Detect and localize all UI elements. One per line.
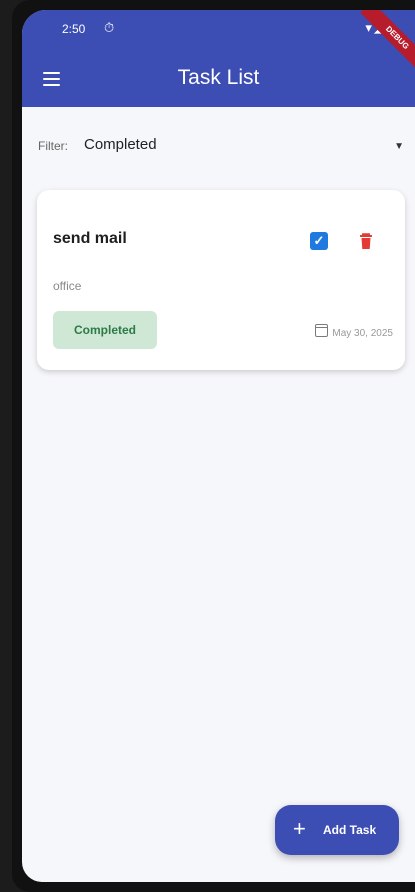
- plus-icon: +: [293, 816, 306, 841]
- status-bar: 2:50 ⏱ ▾◢▮: [22, 10, 415, 50]
- task-card[interactable]: send mail ✓ office Completed May 30, 202…: [37, 190, 405, 370]
- filter-label: Filter:: [38, 139, 68, 153]
- calendar-icon: [315, 324, 329, 337]
- status-badge: Completed: [53, 311, 157, 349]
- chevron-down-icon: ▼: [394, 141, 404, 152]
- app-screen: 2:50 ⏱ ▾◢▮ DEBUG Task List Filter: Compl…: [22, 10, 415, 882]
- task-date-row: May 30, 2025: [315, 323, 393, 339]
- add-task-label: Add Task: [323, 823, 377, 837]
- alarm-icon: ⏱: [104, 20, 115, 35]
- delete-icon[interactable]: [356, 231, 376, 251]
- task-date: May 30, 2025: [332, 328, 393, 339]
- add-task-button[interactable]: + Add Task: [275, 805, 399, 855]
- filter-dropdown[interactable]: Filter: Completed ▼: [38, 136, 404, 160]
- task-title: send mail: [53, 230, 127, 247]
- task-category: office: [53, 279, 82, 293]
- status-time: 2:50: [62, 22, 86, 36]
- page-title: Task List: [177, 66, 260, 89]
- filter-value: Completed: [84, 136, 157, 153]
- task-completed-checkbox[interactable]: ✓: [310, 232, 328, 250]
- app-bar: 2:50 ⏱ ▾◢▮ DEBUG Task List: [22, 10, 415, 107]
